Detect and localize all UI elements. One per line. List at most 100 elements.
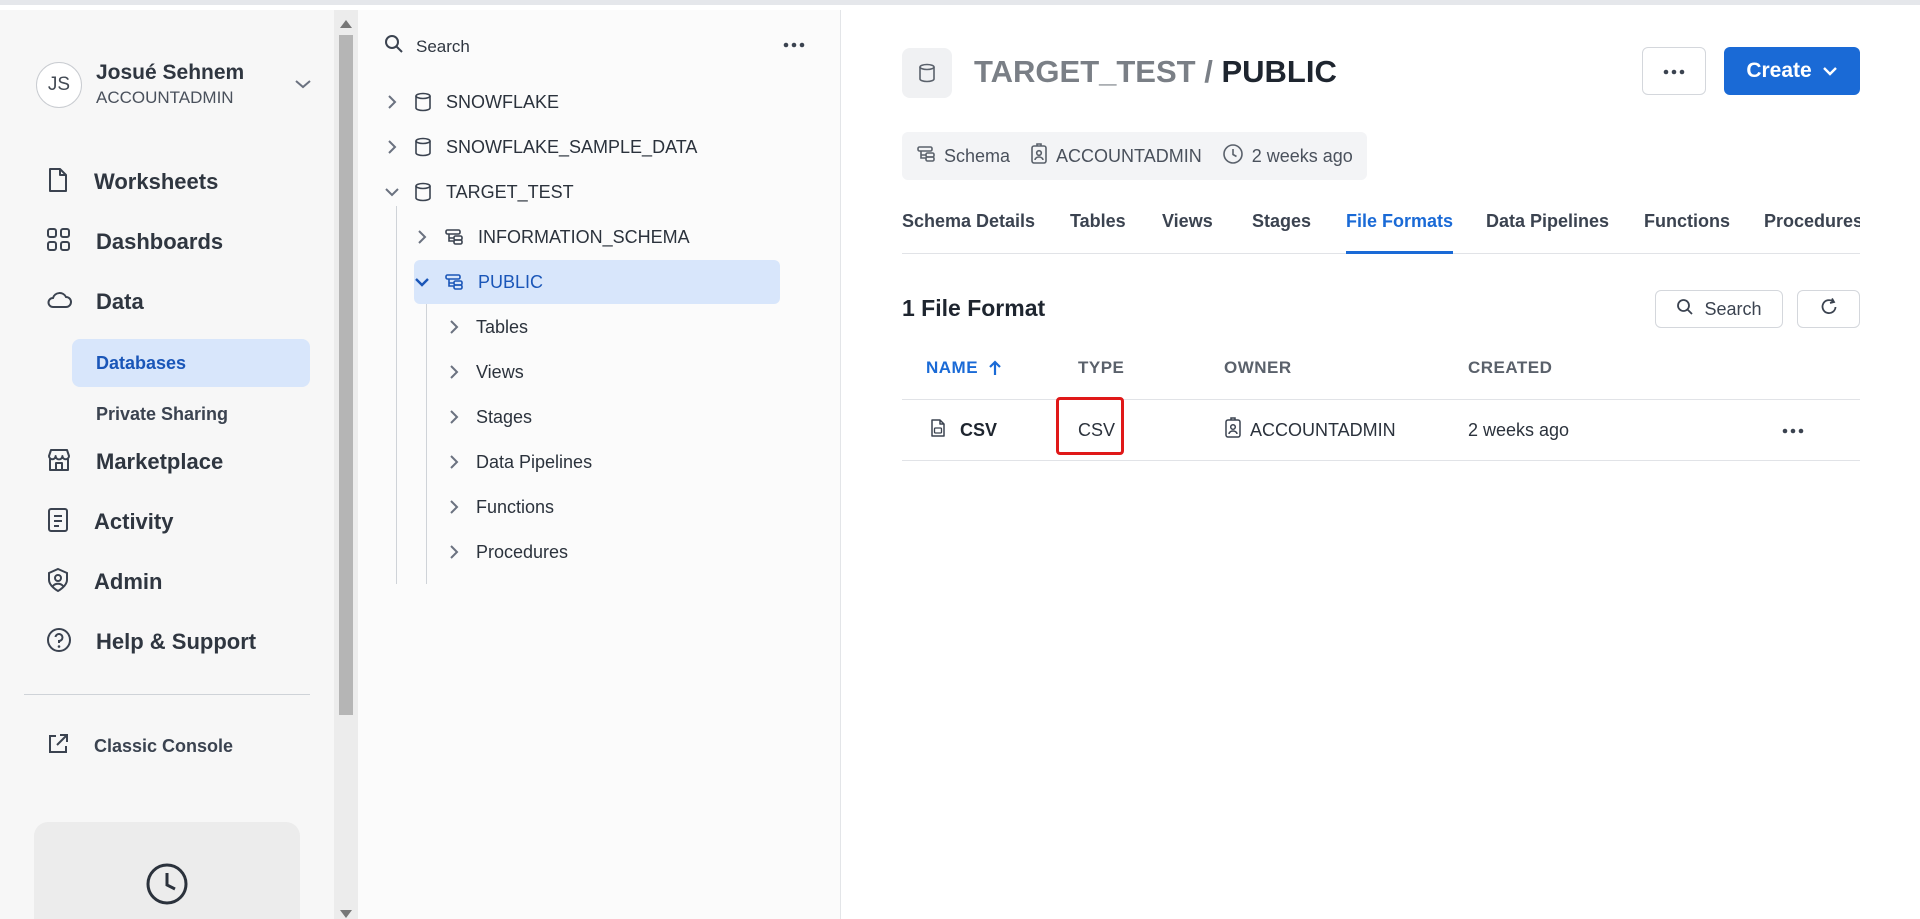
tab-functions[interactable]: Functions	[1644, 206, 1730, 254]
column-header-owner[interactable]: OWNER	[1224, 358, 1292, 378]
chevron-down-icon	[1822, 66, 1838, 76]
tab-tables[interactable]: Tables	[1070, 206, 1126, 254]
chevron-down-icon	[294, 77, 312, 95]
scroll-up-arrow-icon[interactable]	[340, 20, 352, 28]
tree-folder-functions[interactable]: Functions	[446, 486, 554, 528]
dashboard-grid-icon	[46, 227, 72, 258]
nav-help-support[interactable]: Help & Support	[46, 622, 256, 662]
nav-dashboards-label: Dashboards	[96, 229, 224, 254]
nav-worksheets[interactable]: Worksheets	[46, 162, 218, 202]
classic-console-link[interactable]: Classic Console	[46, 732, 233, 761]
object-explorer: Search SNOWFLAKE SNOWFLAKE_SAMPLE_DATA T…	[358, 10, 841, 919]
nav-marketplace[interactable]: Marketplace	[46, 442, 223, 482]
search-button[interactable]: Search	[1655, 290, 1783, 328]
user-menu[interactable]: JS Josué Sehnem ACCOUNTADMIN	[36, 55, 326, 115]
breadcrumb-separator: /	[1204, 54, 1213, 89]
meta-created-label: 2 weeks ago	[1251, 145, 1353, 166]
tree-folder-views[interactable]: Views	[446, 351, 524, 393]
column-created-label: CREATED	[1468, 358, 1553, 377]
nav-data[interactable]: Data	[46, 282, 144, 322]
tree-folder-label: Tables	[476, 316, 529, 337]
breadcrumb-schema: PUBLIC	[1221, 54, 1337, 89]
tree-search[interactable]: Search	[384, 34, 470, 59]
chevron-down-icon	[414, 277, 430, 287]
tree-db-label: TARGET_TEST	[446, 181, 574, 202]
tree-db-snowflake[interactable]: SNOWFLAKE	[384, 81, 559, 123]
sort-ascending-icon	[988, 359, 1002, 377]
tree-folder-procedures[interactable]: Procedures	[446, 531, 568, 573]
nav-activity[interactable]: Activity	[46, 502, 173, 542]
create-button[interactable]: Create	[1724, 47, 1860, 95]
table-row[interactable]: CSV CSV ACCOUNTADMIN 2 weeks ago	[902, 399, 1860, 461]
breadcrumb-database[interactable]: TARGET_TEST	[974, 54, 1196, 89]
cell-owner-label: ACCOUNTADMIN	[1250, 419, 1396, 440]
tree-schema-public[interactable]: PUBLIC	[414, 260, 780, 304]
schema-tabs: Schema Details Tables Views Stages File …	[902, 206, 1860, 254]
page-title: TARGET_TEST / PUBLIC	[974, 54, 1337, 90]
tree-folder-data-pipelines[interactable]: Data Pipelines	[446, 441, 592, 483]
nav-dashboards[interactable]: Dashboards	[46, 222, 223, 262]
refresh-button[interactable]	[1797, 290, 1860, 328]
meta-owner: ACCOUNTADMIN	[1030, 142, 1202, 170]
more-options-icon[interactable]	[782, 36, 806, 54]
scrollbar-thumb[interactable]	[339, 35, 353, 715]
meta-type: Schema	[916, 145, 1010, 168]
chevron-right-icon	[446, 364, 462, 380]
tree-folder-stages[interactable]: Stages	[446, 396, 532, 438]
tab-file-formats[interactable]: File Formats	[1346, 206, 1454, 254]
user-role: ACCOUNTADMIN	[96, 88, 234, 107]
storefront-icon	[46, 447, 72, 478]
tab-views[interactable]: Views	[1162, 206, 1213, 254]
database-icon	[414, 92, 432, 112]
schema-icon	[916, 145, 936, 168]
nav-marketplace-label: Marketplace	[96, 449, 224, 474]
file-format-name[interactable]: CSV	[960, 420, 997, 441]
meta-created: 2 weeks ago	[1222, 143, 1353, 170]
sidebar-scrollbar[interactable]	[334, 10, 358, 919]
create-button-label: Create	[1746, 59, 1812, 82]
tree-db-snowflake-sample-data[interactable]: SNOWFLAKE_SAMPLE_DATA	[384, 126, 697, 168]
scroll-down-arrow-icon[interactable]	[340, 910, 352, 918]
chevron-down-icon	[384, 187, 400, 197]
search-button-label: Search	[1704, 298, 1762, 319]
clock-icon	[1222, 143, 1244, 170]
tree-db-label: SNOWFLAKE_SAMPLE_DATA	[446, 136, 698, 157]
tree-schema-information-schema[interactable]: INFORMATION_SCHEMA	[414, 216, 690, 258]
more-actions-button[interactable]	[1642, 47, 1706, 95]
clock-icon	[145, 862, 189, 919]
left-sidebar: JS Josué Sehnem ACCOUNTADMIN Worksheets …	[0, 10, 334, 919]
tree-folder-label: Data Pipelines	[476, 451, 593, 472]
tree-folder-label: Functions	[476, 496, 555, 517]
tree-db-target-test[interactable]: TARGET_TEST	[384, 171, 574, 213]
tree-folder-label: Stages	[476, 406, 533, 427]
chevron-right-icon	[414, 229, 430, 245]
nav-admin-label: Admin	[94, 569, 163, 594]
tree-schema-label: INFORMATION_SCHEMA	[478, 226, 690, 247]
tab-data-pipelines[interactable]: Data Pipelines	[1486, 206, 1609, 254]
tab-stages[interactable]: Stages	[1252, 206, 1311, 254]
column-header-created[interactable]: CREATED	[1468, 358, 1552, 378]
database-icon	[414, 182, 432, 202]
tree-folder-tables[interactable]: Tables	[446, 306, 528, 348]
shield-user-icon	[46, 567, 70, 598]
tab-procedures[interactable]: Procedures	[1764, 206, 1860, 254]
schema-icon	[444, 273, 464, 291]
user-name: Josué Sehnem	[96, 61, 245, 84]
nav-databases[interactable]: Databases	[72, 339, 310, 387]
nav-admin[interactable]: Admin	[46, 562, 162, 602]
nav-private-sharing[interactable]: Private Sharing	[72, 390, 310, 438]
role-badge-icon	[1030, 142, 1048, 170]
activity-list-icon	[46, 507, 70, 538]
query-history-card[interactable]	[34, 822, 300, 919]
column-header-type[interactable]: TYPE	[1078, 358, 1124, 378]
app-window: JS Josué Sehnem ACCOUNTADMIN Worksheets …	[0, 0, 1920, 919]
tree-guide-line	[396, 206, 397, 584]
tab-schema-details[interactable]: Schema Details	[902, 206, 1035, 254]
external-link-icon	[46, 732, 70, 761]
tree-folder-label: Views	[476, 361, 524, 382]
column-owner-label: OWNER	[1224, 358, 1292, 377]
column-type-label: TYPE	[1078, 358, 1125, 377]
tree-search-label: Search	[416, 36, 470, 56]
row-actions-button[interactable]	[1782, 400, 1804, 460]
column-header-name[interactable]: NAME	[926, 358, 1002, 378]
